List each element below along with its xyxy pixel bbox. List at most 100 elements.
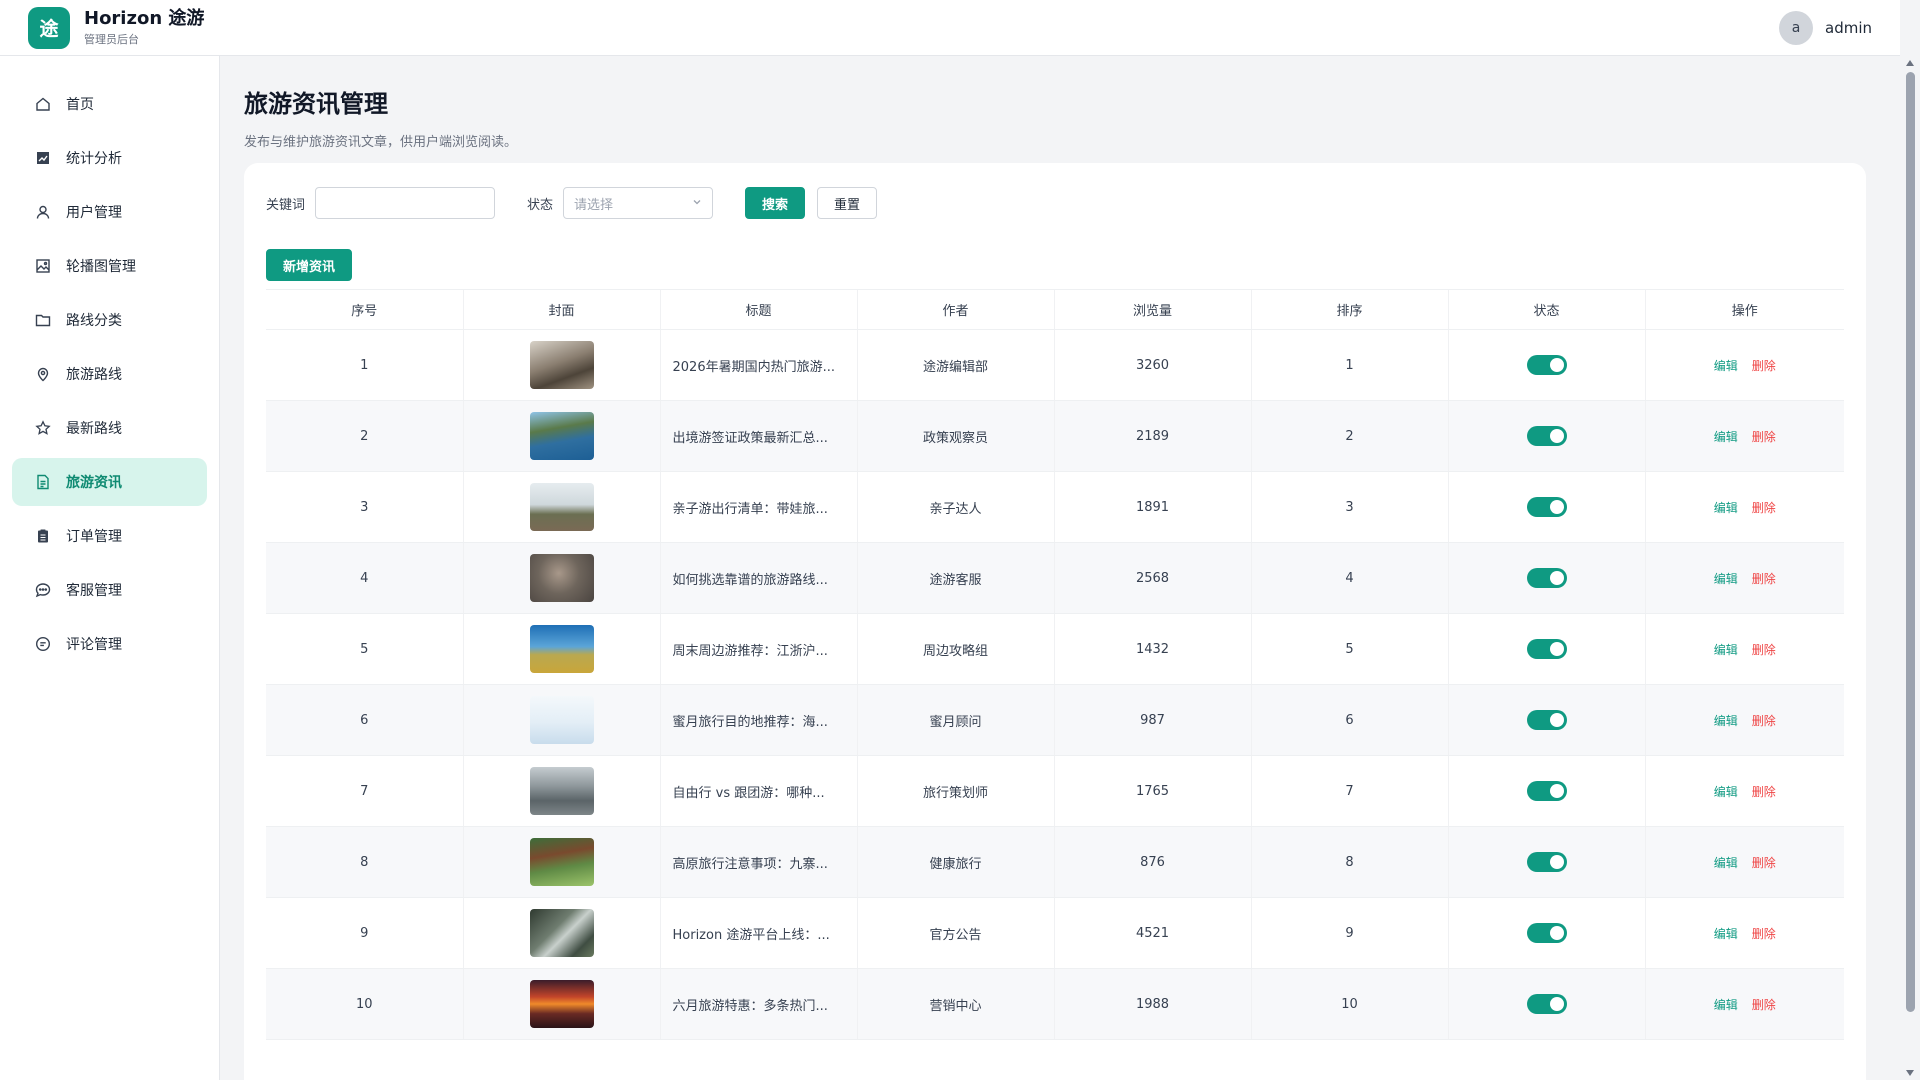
column-header: 标题 [659, 289, 857, 330]
row-author: 途游编辑部 [856, 329, 1054, 401]
edit-link[interactable]: 编辑 [1714, 785, 1738, 799]
status-select[interactable]: 请选择 [563, 187, 714, 219]
delete-link[interactable]: 删除 [1752, 714, 1776, 728]
edit-link[interactable]: 编辑 [1714, 856, 1738, 870]
chevron-down-icon [692, 196, 702, 211]
cover-thumbnail[interactable] [529, 838, 594, 886]
page-description: 发布与维护旅游资讯文章，供用户端浏览阅读。 [244, 135, 518, 150]
row-author: 途游客服 [856, 542, 1054, 614]
sidebar-item-users[interactable]: 用户管理 [12, 188, 207, 236]
edit-link[interactable]: 编辑 [1714, 572, 1738, 586]
sidebar-item-label: 评论管理 [66, 637, 122, 653]
edit-link[interactable]: 编辑 [1714, 927, 1738, 941]
sidebar-item-routes[interactable]: 旅游路线 [12, 350, 207, 398]
user-name[interactable]: admin [1825, 19, 1872, 37]
row-views: 1765 [1053, 755, 1251, 827]
column-header: 操作 [1644, 289, 1844, 330]
chart-icon [34, 149, 52, 167]
row-views: 2568 [1053, 542, 1251, 614]
actions-cell: 编辑 删除 [1644, 897, 1844, 969]
scroll-up-arrow-icon[interactable] [1906, 60, 1914, 66]
status-toggle[interactable] [1526, 781, 1567, 801]
status-toggle[interactable] [1526, 568, 1567, 588]
reset-button[interactable]: 重置 [817, 187, 878, 219]
sidebar-item-label: 用户管理 [66, 205, 122, 221]
cover-thumbnail[interactable] [529, 625, 594, 673]
status-toggle[interactable] [1526, 355, 1567, 375]
keyword-input[interactable] [315, 187, 496, 219]
status-toggle[interactable] [1526, 426, 1567, 446]
scrollbar-thumb[interactable] [1906, 72, 1915, 1012]
sidebar-item-latest-routes[interactable]: 最新路线 [12, 404, 207, 452]
top-header: 途 Horizon 途游 管理员后台 a admin [0, 0, 1900, 56]
status-toggle[interactable] [1526, 852, 1567, 872]
cover-thumbnail[interactable] [529, 696, 594, 744]
cover-thumbnail[interactable] [529, 767, 594, 815]
scroll-down-arrow-icon[interactable] [1906, 1070, 1914, 1076]
cover-thumbnail[interactable] [529, 483, 594, 531]
row-title: 2026年暑期国内热门旅游... [659, 329, 857, 401]
column-header: 浏览量 [1053, 289, 1251, 330]
actions-cell: 编辑 删除 [1644, 471, 1844, 543]
sidebar-item-route-categories[interactable]: 路线分类 [12, 296, 207, 344]
actions-cell: 编辑 删除 [1644, 968, 1844, 1040]
sidebar-item-travel-news[interactable]: 旅游资讯 [12, 458, 207, 506]
row-views: 987 [1053, 684, 1251, 756]
sidebar-item-banners[interactable]: 轮播图管理 [12, 242, 207, 290]
delete-link[interactable]: 删除 [1752, 430, 1776, 444]
content-card: 关键词 状态 请选择 搜索 重置 新增资讯 序号 封面 标题 作者 浏览量 排序… [244, 163, 1866, 1080]
row-sort: 10 [1250, 968, 1448, 1040]
status-toggle[interactable] [1526, 923, 1567, 943]
cover-thumbnail[interactable] [529, 909, 594, 957]
row-sort: 5 [1250, 613, 1448, 685]
row-views: 4521 [1053, 897, 1251, 969]
edit-link[interactable]: 编辑 [1714, 998, 1738, 1012]
edit-link[interactable]: 编辑 [1714, 430, 1738, 444]
actions-cell: 编辑 删除 [1644, 684, 1844, 756]
user-menu[interactable]: a admin [1779, 10, 1872, 45]
delete-link[interactable]: 删除 [1752, 785, 1776, 799]
row-sort: 1 [1250, 329, 1448, 401]
row-index: 6 [266, 684, 463, 756]
status-toggle[interactable] [1526, 994, 1567, 1014]
status-cell [1447, 755, 1645, 827]
sidebar-item-comments[interactable]: 评论管理 [12, 620, 207, 668]
status-toggle[interactable] [1526, 497, 1567, 517]
main-content: 旅游资讯管理 发布与维护旅游资讯文章，供用户端浏览阅读。 关键词 状态 请选择 … [244, 56, 1866, 1080]
status-toggle[interactable] [1526, 710, 1567, 730]
delete-link[interactable]: 删除 [1752, 501, 1776, 515]
edit-link[interactable]: 编辑 [1714, 359, 1738, 373]
row-views: 1988 [1053, 968, 1251, 1040]
home-icon [34, 95, 52, 113]
add-news-button[interactable]: 新增资讯 [266, 249, 353, 281]
page-title: 旅游资讯管理 [244, 90, 388, 118]
chat-icon [34, 581, 52, 599]
table-header-row: 序号 封面 标题 作者 浏览量 排序 状态 操作 [266, 289, 1844, 330]
cover-thumbnail[interactable] [529, 341, 594, 389]
avatar[interactable]: a [1779, 10, 1813, 45]
edit-link[interactable]: 编辑 [1714, 643, 1738, 657]
delete-link[interactable]: 删除 [1752, 856, 1776, 870]
status-cell [1447, 329, 1645, 401]
delete-link[interactable]: 删除 [1752, 572, 1776, 586]
row-index: 4 [266, 542, 463, 614]
sidebar-item-customer-service[interactable]: 客服管理 [12, 566, 207, 614]
sidebar-item-statistics[interactable]: 统计分析 [12, 134, 207, 182]
edit-link[interactable]: 编辑 [1714, 714, 1738, 728]
row-author: 周边攻略组 [856, 613, 1054, 685]
delete-link[interactable]: 删除 [1752, 927, 1776, 941]
cover-thumbnail[interactable] [529, 554, 594, 602]
cover-thumbnail[interactable] [529, 412, 594, 460]
status-toggle[interactable] [1526, 639, 1567, 659]
search-button[interactable]: 搜索 [745, 187, 806, 219]
cover-cell [462, 542, 660, 614]
delete-link[interactable]: 删除 [1752, 359, 1776, 373]
edit-link[interactable]: 编辑 [1714, 501, 1738, 515]
sidebar-item-orders[interactable]: 订单管理 [12, 512, 207, 560]
row-index: 2 [266, 400, 463, 472]
sidebar-item-home[interactable]: 首页 [12, 80, 207, 128]
delete-link[interactable]: 删除 [1752, 643, 1776, 657]
cover-cell [462, 613, 660, 685]
delete-link[interactable]: 删除 [1752, 998, 1776, 1012]
cover-thumbnail[interactable] [529, 980, 594, 1028]
